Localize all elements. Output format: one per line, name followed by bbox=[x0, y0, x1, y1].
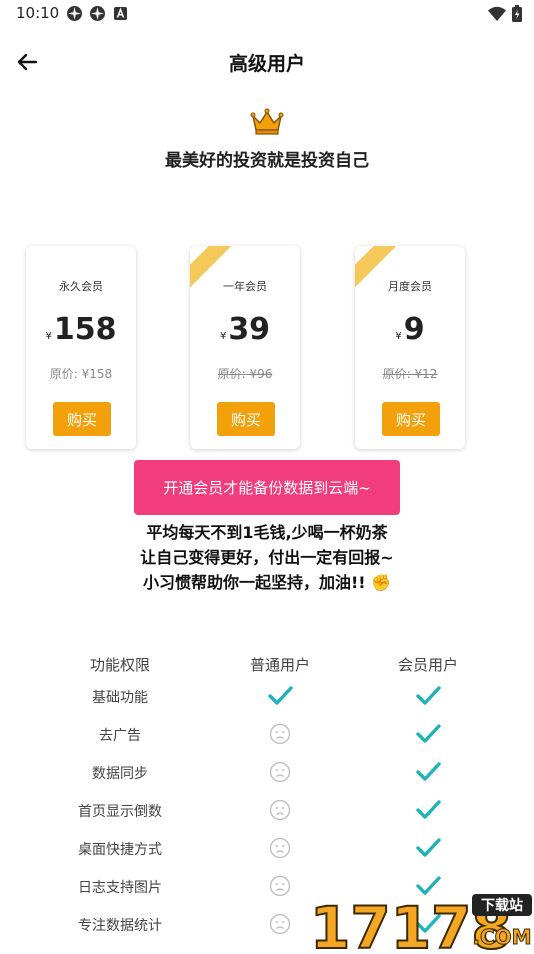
watermark-domain: .COM bbox=[472, 925, 531, 949]
sad-face-icon bbox=[269, 837, 295, 863]
plan-price: ¥39 bbox=[190, 312, 300, 347]
price-value: 158 bbox=[53, 312, 117, 347]
feature-label: 桌面快捷方式 bbox=[78, 842, 162, 858]
app-bar: 高级用户 bbox=[0, 40, 534, 84]
feature-label: 首页显示倒数 bbox=[78, 804, 162, 820]
check-icon bbox=[415, 721, 441, 747]
notification-a-icon bbox=[112, 5, 129, 22]
check-icon bbox=[415, 683, 441, 709]
watermark-logo: 17178 下载站 .COM bbox=[308, 888, 534, 954]
plan-name: 月度会员 bbox=[388, 280, 432, 293]
check-icon bbox=[415, 759, 441, 785]
page-title: 高级用户 bbox=[228, 53, 305, 75]
sad-face-icon bbox=[269, 799, 295, 825]
price-value: 39 bbox=[228, 312, 271, 347]
status-bar: 10:10 bbox=[0, 0, 534, 28]
feature-label: 基础功能 bbox=[92, 690, 148, 706]
buy-button[interactable]: 购买 bbox=[53, 402, 111, 436]
status-notification-icons bbox=[66, 5, 129, 22]
check-icon bbox=[267, 683, 293, 709]
plan-card-yearly[interactable]: 一年会员 ¥39 原价: ¥96 购买 bbox=[190, 246, 300, 449]
motto-line-2: 让自己变得更好，付出一定有回报~ bbox=[140, 548, 394, 567]
status-system-icons bbox=[488, 5, 522, 26]
feature-label: 数据同步 bbox=[92, 766, 148, 782]
motto-line-1: 平均每天不到1毛钱,少喝一杯奶茶 bbox=[146, 523, 388, 542]
status-time: 10:10 bbox=[16, 4, 60, 22]
slogan-text: 最美好的投资就是投资自己 bbox=[165, 151, 369, 171]
wifi-icon bbox=[488, 6, 506, 25]
plan-card-lifetime[interactable]: 永久会员 ¥158 原价: ¥158 购买 bbox=[26, 246, 136, 449]
watermark-subtext: 下载站 bbox=[481, 897, 523, 914]
header-normal-user: 普通用户 bbox=[249, 656, 310, 674]
price-value: 9 bbox=[403, 312, 425, 347]
original-price: 原价: ¥12 bbox=[382, 367, 438, 381]
crown-icon bbox=[249, 108, 285, 136]
notification-app-icon bbox=[66, 5, 83, 22]
sad-face-icon bbox=[269, 723, 295, 749]
buy-button[interactable]: 购买 bbox=[217, 402, 275, 436]
sad-face-icon bbox=[269, 761, 295, 787]
currency-symbol: ¥ bbox=[45, 331, 52, 342]
original-price: 原价: ¥158 bbox=[49, 367, 113, 381]
check-icon bbox=[415, 835, 441, 861]
battery-icon bbox=[512, 5, 522, 26]
sad-face-icon bbox=[269, 875, 295, 901]
feature-label: 去广告 bbox=[99, 728, 141, 744]
buy-button[interactable]: 购买 bbox=[382, 402, 440, 436]
plan-card-monthly[interactable]: 月度会员 ¥9 原价: ¥12 购买 bbox=[355, 246, 465, 449]
cloud-backup-button[interactable]: 开通会员才能备份数据到云端~ bbox=[134, 460, 400, 515]
original-price: 原价: ¥96 bbox=[217, 367, 273, 381]
header-feature: 功能权限 bbox=[89, 656, 150, 674]
motto-line-3: 小习惯帮助你一起坚持，加油!! ✊ bbox=[142, 573, 392, 592]
plan-name: 永久会员 bbox=[59, 280, 103, 293]
check-icon bbox=[415, 797, 441, 823]
plan-name: 一年会员 bbox=[223, 280, 267, 293]
plan-price: ¥158 bbox=[26, 312, 136, 347]
feature-label: 日志支持图片 bbox=[78, 880, 162, 896]
sad-face-icon bbox=[269, 913, 295, 939]
feature-label: 专注数据统计 bbox=[78, 918, 162, 934]
header-member-user: 会员用户 bbox=[397, 656, 458, 674]
currency-symbol: ¥ bbox=[219, 331, 227, 342]
currency-symbol: ¥ bbox=[395, 331, 402, 342]
notification-app-icon bbox=[89, 5, 106, 22]
plan-price: ¥9 bbox=[355, 312, 465, 347]
